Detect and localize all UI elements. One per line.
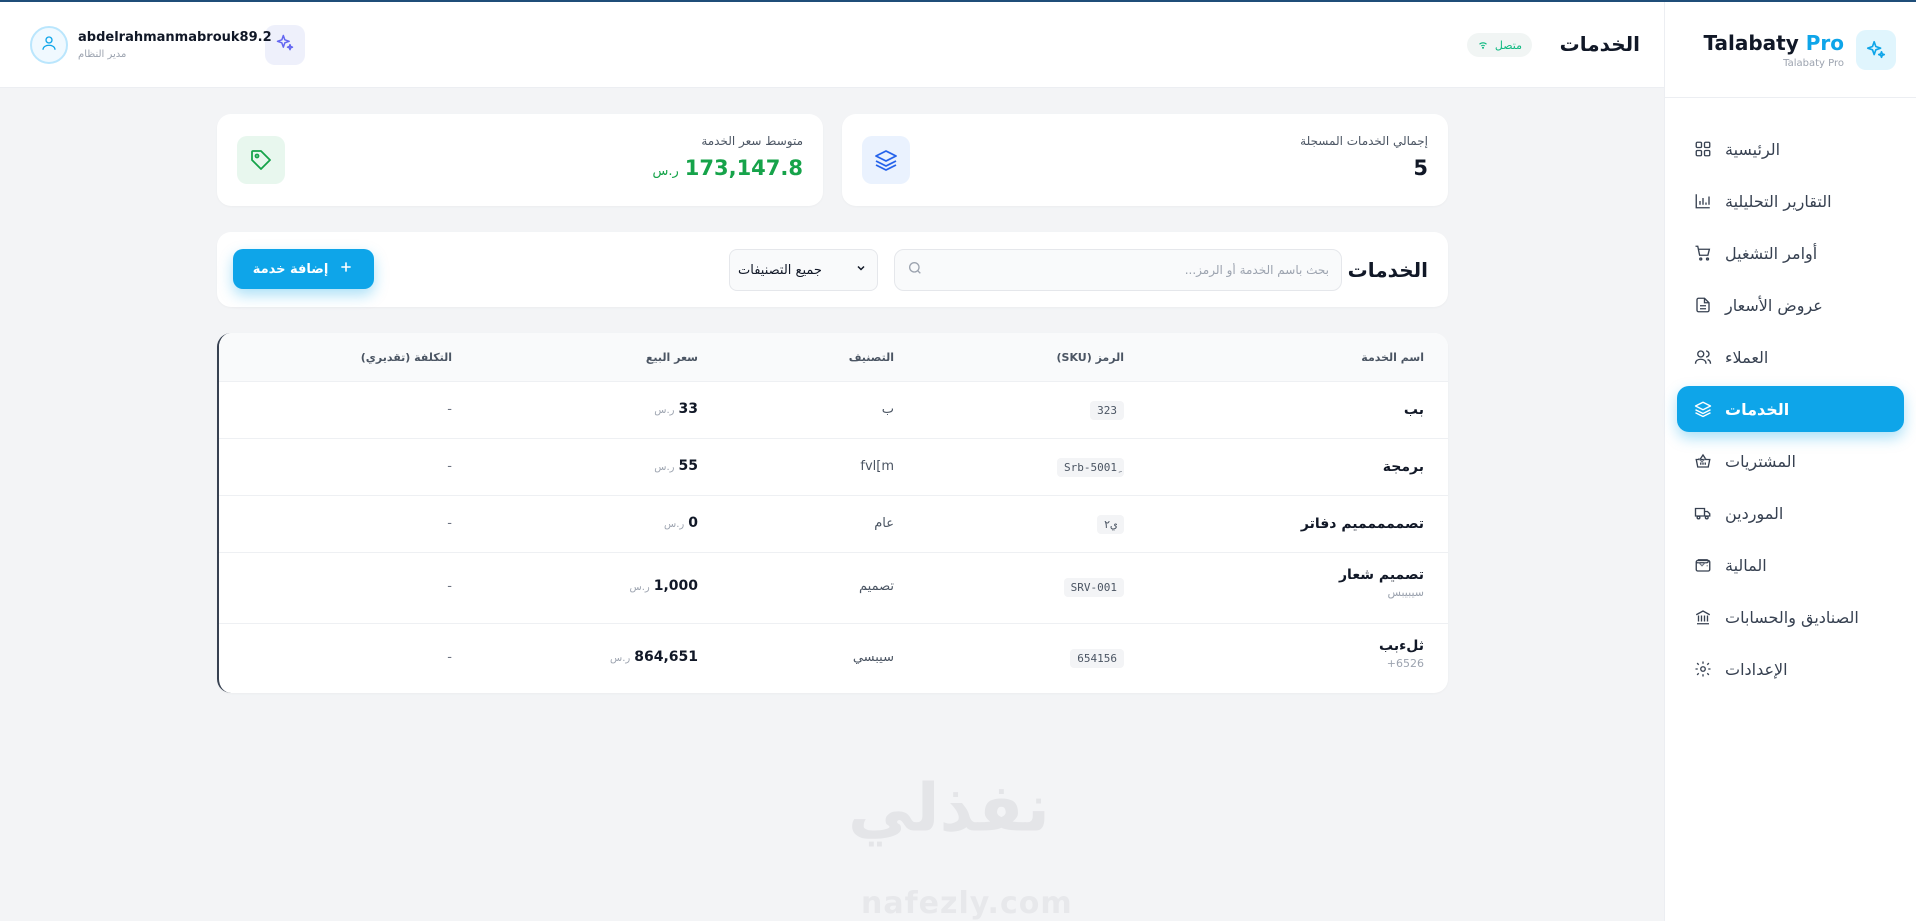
- sidebar: Talabaty Pro Talabaty Pro الرئيسية التقا…: [1664, 2, 1916, 921]
- truck-icon: [1693, 503, 1713, 523]
- service-sku: ي٢: [1096, 515, 1124, 534]
- table-row[interactable]: تصممممميم دفاتر ي٢ عام 0ر.س -: [219, 495, 1448, 552]
- service-cost: -: [447, 579, 452, 594]
- service-price: 55ر.س: [654, 458, 698, 474]
- layers-icon: [1693, 399, 1713, 419]
- avatar: [30, 26, 68, 64]
- service-name: بب: [1403, 402, 1424, 418]
- service-name: برمجة: [1382, 459, 1424, 475]
- services-toolbar: الخدمات جميع التصنيفات إضافة خدمة: [217, 232, 1448, 307]
- cart-icon: [1693, 243, 1713, 263]
- service-sku: SRV-001: [1063, 578, 1124, 597]
- brand: Talabaty Pro Talabaty Pro: [1665, 2, 1916, 98]
- connection-icon: [1477, 38, 1489, 53]
- layers-icon: [862, 136, 910, 184]
- service-name: تصممممميم دفاتر: [1300, 516, 1424, 532]
- sidebar-item-settings[interactable]: الإعدادات: [1677, 646, 1904, 692]
- service-sku: Srb-5001ِ: [1057, 458, 1124, 477]
- col-header-cost: التكلفة (تقديري): [360, 351, 452, 364]
- service-cost: -: [447, 516, 452, 531]
- brand-subtitle: Talabaty Pro: [1783, 57, 1844, 69]
- user-role: مدير النظام: [78, 49, 127, 60]
- user-name: abdelrahmanmabrouk89.2: [78, 30, 272, 45]
- brand-name: Talabaty Pro: [1703, 30, 1844, 55]
- search-icon: [907, 260, 923, 280]
- service-category: fvl[m: [860, 459, 894, 474]
- sidebar-item-work-orders[interactable]: أوامر التشغيل: [1677, 230, 1904, 276]
- stat-card-average-price: متوسط سعر الخدمة 173,147.8ر.س: [217, 114, 823, 206]
- chevron-down-icon: [855, 262, 867, 278]
- grid-icon: [1693, 139, 1713, 159]
- plus-icon: [338, 259, 354, 279]
- gear-icon: [1693, 659, 1713, 679]
- sparkles-icon: [1856, 29, 1896, 70]
- document-icon: [1693, 295, 1713, 315]
- service-cost: -: [447, 459, 452, 474]
- service-sku: 654156: [1070, 649, 1124, 668]
- service-price: 0ر.س: [664, 515, 698, 531]
- sidebar-item-cash-accounts[interactable]: الصناديق والحسابات: [1677, 594, 1904, 640]
- sidebar-item-suppliers[interactable]: الموردين: [1677, 490, 1904, 536]
- bank-icon: [1693, 607, 1713, 627]
- sidebar-item-finance[interactable]: المالية: [1677, 542, 1904, 588]
- sidebar-item-reports[interactable]: التقارير التحليلية: [1677, 178, 1904, 224]
- watermark-url: nafezly.com: [861, 886, 1073, 921]
- table-header: اسم الخدمة الرمز (SKU) التصنيف سعر البيع…: [219, 333, 1448, 381]
- stat-label: متوسط سعر الخدمة: [701, 134, 803, 148]
- sparkles-icon: [275, 33, 295, 57]
- sidebar-nav: الرئيسية التقارير التحليلية أوامر التشغي…: [1665, 98, 1916, 692]
- chevron-down-icon[interactable]: [1695, 452, 1709, 471]
- service-cost: -: [447, 650, 452, 665]
- sidebar-item-customers[interactable]: العملاء: [1677, 334, 1904, 380]
- sidebar-item-services[interactable]: الخدمات: [1677, 386, 1904, 432]
- stat-value: 173,147.8ر.س: [652, 156, 803, 180]
- col-header-category: التصنيف: [848, 351, 894, 364]
- status-badge: متصل: [1466, 33, 1532, 57]
- category-select[interactable]: جميع التصنيفات: [729, 249, 878, 291]
- col-header-name: اسم الخدمة: [1361, 351, 1424, 364]
- services-table: اسم الخدمة الرمز (SKU) التصنيف سعر البيع…: [217, 333, 1448, 693]
- bar-chart-icon: [1693, 191, 1713, 211]
- service-category: ب: [881, 402, 894, 417]
- col-header-sku: الرمز (SKU): [1056, 351, 1124, 364]
- user-icon: [40, 34, 58, 56]
- stat-label: إجمالي الخدمات المسجلة: [1300, 134, 1428, 148]
- sidebar-item-quotes[interactable]: عروض الأسعار: [1677, 282, 1904, 328]
- sidebar-item-purchases[interactable]: المشتريات: [1677, 438, 1904, 484]
- tag-icon: [237, 136, 285, 184]
- watermark-logo: نفذلي: [848, 769, 1050, 847]
- service-category: عام: [874, 516, 894, 531]
- service-category: سيبسي: [852, 650, 894, 665]
- table-row[interactable]: ثلءبب +6526 654156 سيبسي 864,651ر.س -: [219, 623, 1448, 693]
- stat-value: 5: [1413, 156, 1428, 180]
- add-service-button[interactable]: إضافة خدمة: [233, 249, 374, 289]
- section-title: الخدمات: [1347, 258, 1428, 282]
- table-row[interactable]: برمجة Srb-5001ِ fvl[m 55ر.س -: [219, 438, 1448, 495]
- search-input[interactable]: [931, 263, 1329, 277]
- table-row[interactable]: تصميم شعار سيبيبس SRV-001 تصميم 1,000ر.س…: [219, 552, 1448, 623]
- users-icon: [1693, 347, 1713, 367]
- sidebar-item-home[interactable]: الرئيسية: [1677, 126, 1904, 172]
- service-cost: -: [447, 402, 452, 417]
- service-sku: 323: [1090, 401, 1124, 420]
- service-description: سيبيبس: [1387, 586, 1424, 599]
- service-price: 33ر.س: [654, 401, 698, 417]
- col-header-price: سعر البيع: [645, 351, 698, 364]
- table-row[interactable]: بب 323 ب 33ر.س -: [219, 381, 1448, 438]
- top-bar: الخدمات متصل abdelrahmanmabrouk89.2 مدير…: [0, 2, 1664, 88]
- service-name: ثلءبب +6526: [1379, 638, 1424, 670]
- service-price: 864,651ر.س: [610, 649, 698, 665]
- service-price: 1,000ر.س: [629, 578, 698, 594]
- service-description: +6526: [1386, 657, 1424, 670]
- user-menu[interactable]: abdelrahmanmabrouk89.2 مدير النظام: [30, 26, 272, 64]
- chevron-down-icon[interactable]: [1695, 556, 1709, 575]
- search-box: [894, 249, 1342, 291]
- service-name: تصميم شعار سيبيبس: [1339, 567, 1424, 599]
- page-title: الخدمات: [1559, 32, 1640, 56]
- stat-card-total-services: إجمالي الخدمات المسجلة 5: [842, 114, 1448, 206]
- service-category: تصميم: [859, 579, 894, 594]
